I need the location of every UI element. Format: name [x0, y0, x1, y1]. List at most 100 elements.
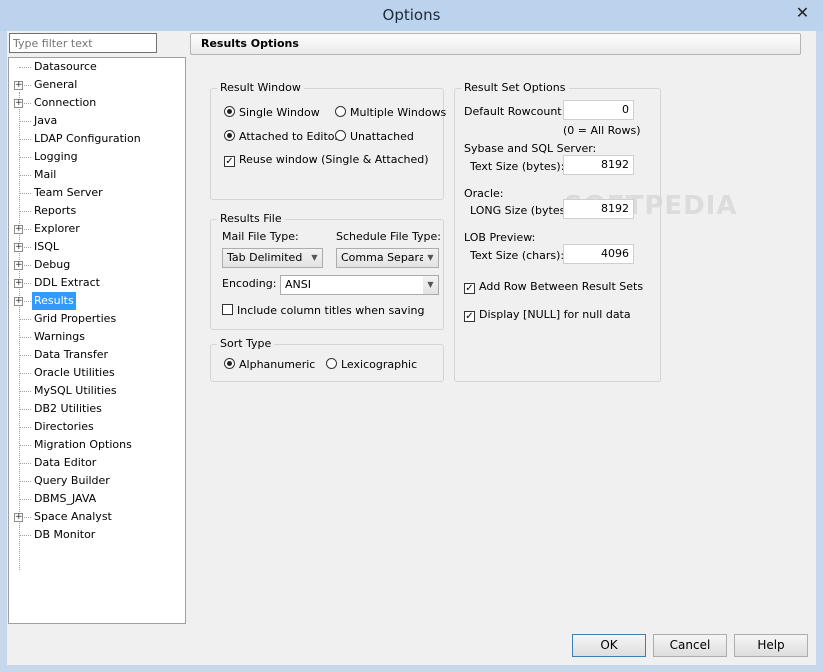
display-null-checkbox[interactable]: ✓ Display [NULL] for null data: [464, 308, 631, 322]
filter-input[interactable]: [9, 33, 157, 53]
dialog-client: Datasource + General + Connection Java LDAP Co…: [7, 31, 816, 665]
tree-item-label: Migration Options: [34, 438, 132, 451]
options-tree[interactable]: Datasource + General + Connection Java LDAP Co…: [8, 57, 186, 624]
text-size-bytes-input[interactable]: 8192: [563, 155, 634, 175]
chevron-down-icon: ▼: [307, 249, 322, 267]
unattached-radio[interactable]: Unattached: [335, 130, 414, 143]
expand-icon[interactable]: +: [14, 297, 23, 306]
results-file-group: Results File Mail File Type: Schedule Fi…: [210, 212, 444, 330]
tree-connector: [19, 364, 31, 374]
add-row-between-checkbox[interactable]: ✓ Add Row Between Result Sets: [464, 280, 643, 294]
tree-connector: [19, 382, 31, 392]
expand-icon[interactable]: +: [14, 279, 23, 288]
result-window-group: Result Window Single Window Multiple Win…: [210, 81, 446, 200]
all-rows-note: (0 = All Rows): [563, 124, 641, 137]
close-icon[interactable]: ✕: [789, 2, 816, 24]
single-window-radio[interactable]: Single Window: [224, 106, 320, 119]
lob-preview-label: LOB Preview:: [464, 231, 536, 244]
tree-item-label: ISQL: [34, 240, 60, 253]
radio-selected-icon: [224, 106, 235, 117]
tree-connector: [19, 526, 31, 536]
tree-connector: [19, 436, 31, 446]
tree-item-label: Warnings: [34, 330, 85, 343]
tree-item-label: Debug: [34, 258, 71, 271]
default-rowcount-label: Default Rowcount:: [464, 105, 566, 118]
sybase-sql-server-label: Sybase and SQL Server:: [464, 142, 597, 155]
encoding-label: Encoding:: [222, 277, 277, 290]
result-set-options-group: Result Set Options Default Rowcount: 0 (…: [454, 81, 661, 382]
tree-connector: [19, 148, 31, 158]
tree-item-label: Reports: [34, 204, 77, 217]
radio-icon: [335, 106, 346, 117]
checkbox-empty-icon: [222, 304, 233, 315]
tree-item-label: Java: [34, 114, 58, 127]
tree-connector: [19, 328, 31, 338]
chevron-down-icon: ▼: [423, 276, 438, 294]
tree-item-label: Explorer: [34, 222, 80, 235]
radio-selected-icon: [224, 358, 235, 369]
alphanumeric-radio[interactable]: Alphanumeric: [224, 358, 315, 371]
tree-item-label: DBMS_JAVA: [34, 492, 97, 505]
tree-item-label: Query Builder: [34, 474, 110, 487]
long-size-label: LONG Size (bytes):: [470, 204, 574, 217]
tree-item-label: Data Editor: [34, 456, 97, 469]
tree-item-label: Grid Properties: [34, 312, 117, 325]
tree-item-label: Connection: [34, 96, 97, 109]
tree-item-label: General: [34, 78, 78, 91]
tree-item-label: Space Analyst: [34, 510, 112, 523]
radio-icon: [326, 358, 337, 369]
checkmark-icon: ✓: [464, 283, 475, 294]
text-size-bytes-label: Text Size (bytes):: [470, 160, 565, 173]
reuse-window-checkbox[interactable]: ✓ Reuse window (Single & Attached): [224, 153, 429, 167]
mail-file-type-select[interactable]: Tab Delimited ▼: [222, 248, 323, 268]
tree-item-label: Datasource: [34, 60, 97, 73]
tree-item-label: Logging: [34, 150, 78, 163]
radio-selected-icon: [224, 130, 235, 141]
lexicographic-radio[interactable]: Lexicographic: [326, 358, 417, 371]
checkmark-icon: ✓: [464, 311, 475, 322]
results-options-panel: SOFTPEDIA Result Window Single Window Mu…: [190, 57, 811, 624]
tree-connector: [19, 454, 31, 464]
expand-icon[interactable]: +: [14, 261, 23, 270]
tree-item-label: Oracle Utilities: [34, 366, 115, 379]
tree-item-label: Data Transfer: [34, 348, 108, 361]
section-header: Results Options: [190, 33, 801, 55]
expand-icon[interactable]: +: [14, 81, 23, 90]
result-set-options-legend: Result Set Options: [461, 81, 569, 94]
schedule-file-type-select[interactable]: Comma Separated ▼: [336, 248, 439, 268]
include-column-titles-checkbox[interactable]: Include column titles when saving: [222, 304, 424, 317]
tree-item-label: DB Monitor: [34, 528, 96, 541]
checkmark-icon: ✓: [224, 156, 235, 167]
tree-connector: [19, 130, 31, 140]
attached-to-editor-radio[interactable]: Attached to Editor: [224, 130, 339, 143]
tree-item-label: Mail: [34, 168, 57, 181]
tree-connector: [19, 202, 31, 212]
multiple-windows-radio[interactable]: Multiple Windows: [335, 106, 446, 119]
tree-item-label: MySQL Utilities: [34, 384, 117, 397]
chevron-down-icon: ▼: [423, 249, 438, 267]
help-button[interactable]: Help: [734, 634, 808, 657]
expand-icon[interactable]: +: [14, 225, 23, 234]
tree-connector: [19, 112, 31, 122]
text-size-chars-label: Text Size (chars):: [470, 249, 565, 262]
expand-icon[interactable]: +: [14, 99, 23, 108]
text-size-chars-input[interactable]: 4096: [563, 244, 634, 264]
tree-connector: [19, 418, 31, 428]
expand-icon[interactable]: +: [14, 243, 23, 252]
tree-item-label: Team Server: [34, 186, 103, 199]
tree-connector: [19, 310, 31, 320]
sort-type-group: Sort Type Alphanumeric Lexicographic: [210, 337, 444, 382]
long-size-input[interactable]: 8192: [563, 199, 634, 219]
tree-connector: [19, 184, 31, 194]
cancel-button[interactable]: Cancel: [653, 634, 727, 657]
ok-button[interactable]: OK: [572, 634, 646, 657]
tree-connector: [19, 400, 31, 410]
default-rowcount-input[interactable]: 0: [563, 100, 634, 120]
sort-type-legend: Sort Type: [217, 337, 275, 350]
encoding-select[interactable]: ANSI ▼: [280, 275, 439, 295]
schedule-file-type-label: Schedule File Type:: [336, 230, 441, 243]
tree-item-label: LDAP Configuration: [34, 132, 141, 145]
tree-item-label: Directories: [34, 420, 94, 433]
tree-connector: [19, 472, 31, 482]
expand-icon[interactable]: +: [14, 513, 23, 522]
